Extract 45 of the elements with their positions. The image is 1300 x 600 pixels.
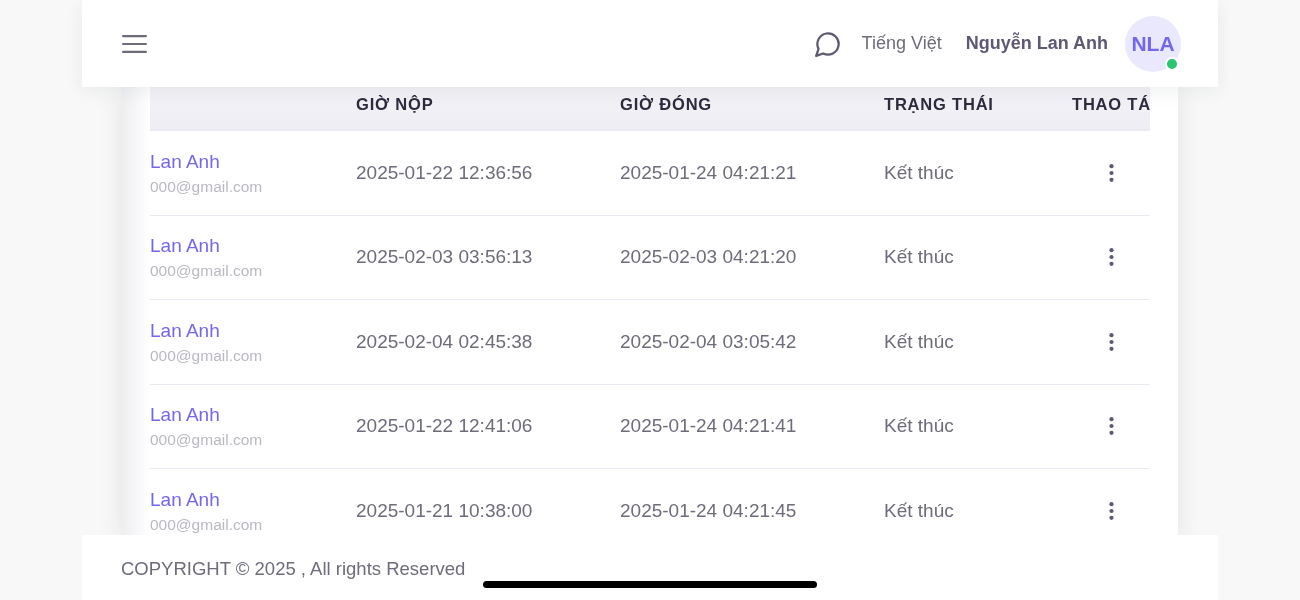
column-header: GIỜ ĐÓNG (620, 95, 712, 115)
submit-time-cell: 2025-01-22 12:41:06 (356, 415, 533, 438)
email-text: 000@gmail.com (150, 262, 263, 280)
column-header: THAO TÁ (1072, 95, 1151, 115)
vertical-dots-icon (1108, 417, 1114, 436)
status-cell: Kết thúc (884, 330, 954, 353)
close-time-cell: 2025-01-24 04:21:41 (620, 415, 797, 438)
submit-time-cell: 2025-02-03 03:56:13 (356, 246, 533, 269)
email-text: 000@gmail.com (150, 177, 263, 195)
copyright-text: COPYRIGHT © 2025 , All rights Reserved (121, 558, 466, 580)
email-text: 000@gmail.com (150, 515, 263, 533)
submit-time-cell: 2025-02-04 02:45:38 (356, 330, 533, 353)
name-link[interactable]: Lan Anh (150, 150, 220, 173)
vertical-dots-icon (1108, 163, 1114, 182)
email-text: 000@gmail.com (150, 346, 263, 364)
close-time-cell: 2025-02-04 03:05:42 (620, 330, 797, 353)
vertical-dots-icon (1108, 332, 1114, 351)
more-options-button[interactable] (1108, 501, 1114, 520)
email-text: 000@gmail.com (150, 431, 263, 449)
status-cell: Kết thúc (884, 415, 954, 438)
submit-time-cell: 2025-01-22 12:36:56 (356, 161, 533, 184)
menu-icon[interactable] (122, 34, 147, 53)
column-header: TRẠNG THÁI (884, 95, 994, 115)
vertical-dots-icon (1108, 501, 1114, 520)
close-time-cell: 2025-01-24 04:21:45 (620, 499, 797, 522)
user-name: Nguyễn Lan Anh (965, 33, 1108, 54)
vertical-dots-icon (1108, 248, 1114, 267)
more-options-button[interactable] (1108, 417, 1114, 436)
status-cell: Kết thúc (884, 246, 954, 269)
column-header: GIỜ NỘP (356, 95, 434, 115)
close-time-cell: 2025-02-03 04:21:20 (620, 246, 797, 269)
chat-icon[interactable] (814, 30, 841, 57)
name-link[interactable]: Lan Anh (150, 404, 220, 427)
name-link[interactable]: Lan Anh (150, 319, 220, 342)
status-cell: Kết thúc (884, 499, 954, 522)
close-time-cell: 2025-01-24 04:21:21 (620, 161, 797, 184)
more-options-button[interactable] (1108, 248, 1114, 267)
name-link[interactable]: Lan Anh (150, 235, 220, 258)
more-options-button[interactable] (1108, 332, 1114, 351)
name-link[interactable]: Lan Anh (150, 488, 220, 511)
submit-time-cell: 2025-01-21 10:38:00 (356, 499, 533, 522)
user-avatar[interactable]: NLA (1125, 15, 1181, 72)
status-cell: Kết thúc (884, 161, 954, 184)
more-options-button[interactable] (1108, 163, 1114, 182)
language-selector[interactable]: Tiếng Việt (861, 33, 942, 54)
